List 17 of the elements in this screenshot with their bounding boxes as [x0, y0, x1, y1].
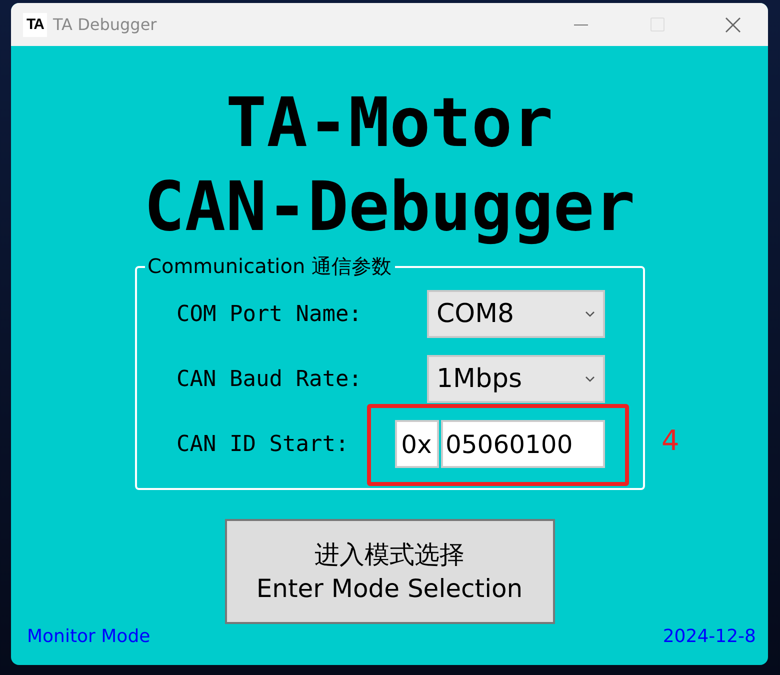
mode-label: Monitor Mode	[27, 626, 150, 647]
field-label: CAN ID Start:	[176, 432, 350, 456]
chevron-icon	[584, 376, 594, 382]
mode-selection-button[interactable]: 进入模式选择 Enter Mode Selection	[224, 519, 554, 624]
input-field[interactable]: 05060100	[440, 420, 604, 468]
app-heading: TA-Motor	[224, 83, 554, 165]
chevron-icon	[584, 311, 594, 317]
dropdown[interactable]: 1Mbps	[426, 355, 604, 403]
app-logo: TA	[23, 12, 47, 36]
window-title: TA Debugger	[53, 15, 158, 34]
field-label: CAN Baud Rate:	[176, 366, 363, 392]
date-label: 2024-12-8	[662, 626, 756, 647]
annotation-number: 4	[662, 424, 680, 457]
app-heading: CAN-Debugger	[144, 167, 636, 249]
dropdown[interactable]: COM8	[426, 290, 604, 338]
prefix-label: 0x	[394, 420, 438, 468]
field-label: COM Port Name:	[176, 302, 363, 326]
